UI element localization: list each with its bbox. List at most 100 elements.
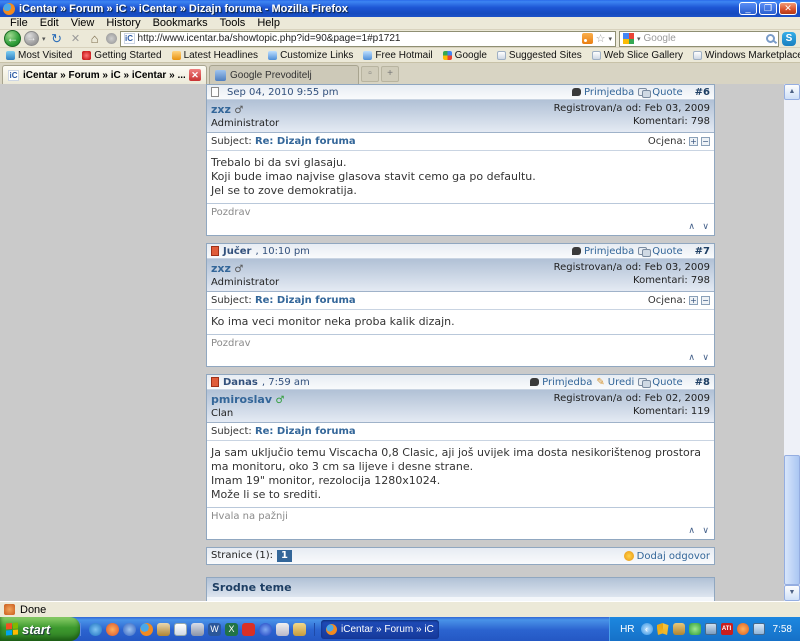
- quote-link[interactable]: Quote: [638, 87, 682, 98]
- search-input[interactable]: ▾ Google: [619, 31, 779, 47]
- tab-list-button[interactable]: ▫: [361, 66, 379, 82]
- rss-icon[interactable]: [582, 33, 593, 44]
- bookmark-most-visited[interactable]: Most Visited: [6, 50, 72, 61]
- start-button[interactable]: start: [0, 617, 80, 641]
- add-reply-button[interactable]: Dodaj odgovor: [624, 551, 710, 562]
- tray-users-icon[interactable]: [673, 623, 685, 635]
- tray-ati-icon[interactable]: ATI: [721, 623, 733, 635]
- post-number[interactable]: #7: [695, 246, 710, 257]
- author-link[interactable]: zxz: [211, 103, 231, 116]
- quick-launch-folder-icon[interactable]: [293, 623, 306, 636]
- scroll-up-link[interactable]: ∧: [688, 526, 695, 536]
- bookmark-latest-headlines[interactable]: Latest Headlines: [172, 50, 259, 61]
- scrollbar-thumb[interactable]: [784, 455, 800, 585]
- tab-google-prevoditelj[interactable]: Google Prevoditelj: [209, 65, 359, 84]
- quick-launch-word-icon[interactable]: W: [208, 623, 221, 636]
- edit-link[interactable]: ✎Uredi: [596, 377, 634, 388]
- minimize-button[interactable]: _: [739, 2, 757, 15]
- quick-launch-icon[interactable]: [259, 623, 272, 636]
- menu-help[interactable]: Help: [251, 17, 286, 30]
- rate-plus-button[interactable]: +: [689, 296, 698, 305]
- post-number[interactable]: #8: [695, 377, 710, 388]
- taskbar-clock[interactable]: 7:58: [773, 624, 792, 635]
- post-number[interactable]: #6: [695, 87, 710, 98]
- menu-tools[interactable]: Tools: [214, 17, 252, 30]
- menu-history[interactable]: History: [100, 17, 146, 30]
- address-bar[interactable]: iC http://www.icentar.ba/showtopic.php?i…: [120, 31, 616, 47]
- menu-view[interactable]: View: [65, 17, 101, 30]
- scrollbar-down-button[interactable]: ▼: [784, 585, 800, 601]
- menu-bookmarks[interactable]: Bookmarks: [147, 17, 214, 30]
- refresh-button[interactable]: ↻: [49, 31, 65, 47]
- tray-display-icon[interactable]: [705, 623, 717, 635]
- close-button[interactable]: ✕: [779, 2, 797, 15]
- new-tab-button[interactable]: +: [381, 66, 399, 82]
- taskbar-window-button[interactable]: iCentar » Forum » iC ...: [321, 620, 439, 639]
- tray-update-icon[interactable]: [737, 623, 749, 635]
- page-1-button[interactable]: 1: [277, 550, 292, 562]
- rate-minus-button[interactable]: −: [701, 137, 710, 146]
- forward-button[interactable]: →: [24, 31, 39, 46]
- url-text[interactable]: http://www.icentar.ba/showtopic.php?id=9…: [138, 33, 579, 44]
- history-dropdown-icon[interactable]: ▾: [42, 35, 46, 43]
- statusbar-extension-icon[interactable]: [4, 604, 15, 615]
- quick-launch-pdf-icon[interactable]: [242, 623, 255, 636]
- bookmark-windows-marketplace[interactable]: Windows Marketplace: [693, 50, 800, 61]
- quick-launch-firefox-icon[interactable]: [140, 623, 153, 636]
- search-placeholder[interactable]: Google: [644, 33, 763, 44]
- bookmark-web-slice-gallery[interactable]: Web Slice Gallery: [592, 50, 683, 61]
- menu-edit[interactable]: Edit: [34, 17, 65, 30]
- quick-launch-icon[interactable]: [157, 623, 170, 636]
- tray-security-shield-icon[interactable]: [657, 623, 669, 635]
- scroll-down-link[interactable]: ∨: [702, 526, 709, 536]
- bookmark-star-icon[interactable]: ☆: [596, 32, 606, 45]
- google-icon[interactable]: [623, 33, 634, 44]
- subject-link[interactable]: Re: Dizajn foruma: [255, 295, 356, 306]
- bookmark-suggested-sites[interactable]: Suggested Sites: [497, 50, 582, 61]
- language-indicator[interactable]: HR: [620, 624, 634, 635]
- author-link[interactable]: zxz: [211, 262, 231, 275]
- tray-antivirus-icon[interactable]: [689, 623, 701, 635]
- search-icon[interactable]: [766, 34, 775, 43]
- tray-network-icon[interactable]: [753, 623, 765, 635]
- quick-launch-icon[interactable]: [106, 623, 119, 636]
- extension-icon[interactable]: [106, 33, 117, 44]
- bookmark-customize-links[interactable]: Customize Links: [268, 50, 353, 61]
- scrollbar-up-button[interactable]: ▲: [784, 84, 800, 100]
- quick-launch-icon[interactable]: [123, 623, 136, 636]
- bookmark-free-hotmail[interactable]: Free Hotmail: [363, 50, 432, 61]
- tab-close-icon[interactable]: ✕: [189, 69, 201, 81]
- quick-launch-ie-icon[interactable]: [89, 623, 102, 636]
- quote-link[interactable]: Quote: [638, 377, 682, 388]
- scroll-down-link[interactable]: ∨: [702, 222, 709, 232]
- bookmark-google[interactable]: Google: [443, 50, 487, 61]
- quick-launch-icon[interactable]: [191, 623, 204, 636]
- search-engine-dropdown-icon[interactable]: ▾: [637, 35, 641, 43]
- quote-link[interactable]: Quote: [638, 246, 682, 257]
- quick-launch-icon[interactable]: [276, 623, 289, 636]
- home-button[interactable]: ⌂: [87, 31, 103, 47]
- scroll-up-link[interactable]: ∧: [688, 222, 695, 232]
- subject-link[interactable]: Re: Dizajn foruma: [255, 426, 356, 437]
- bookmark-getting-started[interactable]: Getting Started: [82, 50, 161, 61]
- back-button[interactable]: ←: [4, 30, 21, 47]
- report-link[interactable]: Primjedba: [572, 87, 634, 98]
- author-link[interactable]: pmiroslav: [211, 393, 272, 406]
- rate-plus-button[interactable]: +: [689, 137, 698, 146]
- subject-link[interactable]: Re: Dizajn foruma: [255, 136, 356, 147]
- restore-button[interactable]: ❐: [759, 2, 777, 15]
- rate-minus-button[interactable]: −: [701, 296, 710, 305]
- scroll-down-link[interactable]: ∨: [702, 353, 709, 363]
- report-link[interactable]: Primjedba: [530, 377, 592, 388]
- tab-icentar-forum[interactable]: iC iCentar » Forum » iC » iCentar » ... …: [2, 65, 207, 84]
- vertical-scrollbar[interactable]: ▲ ▼: [784, 84, 800, 601]
- skype-icon[interactable]: S: [782, 32, 796, 46]
- quick-launch-icon[interactable]: [174, 623, 187, 636]
- quick-launch-excel-icon[interactable]: X: [225, 623, 238, 636]
- report-link[interactable]: Primjedba: [572, 246, 634, 257]
- stop-button[interactable]: ✕: [68, 31, 84, 47]
- tray-collapse-icon[interactable]: ‹: [641, 623, 653, 635]
- url-dropdown-icon[interactable]: ▾: [608, 35, 612, 43]
- menu-file[interactable]: File: [4, 17, 34, 30]
- scroll-up-link[interactable]: ∧: [688, 353, 695, 363]
